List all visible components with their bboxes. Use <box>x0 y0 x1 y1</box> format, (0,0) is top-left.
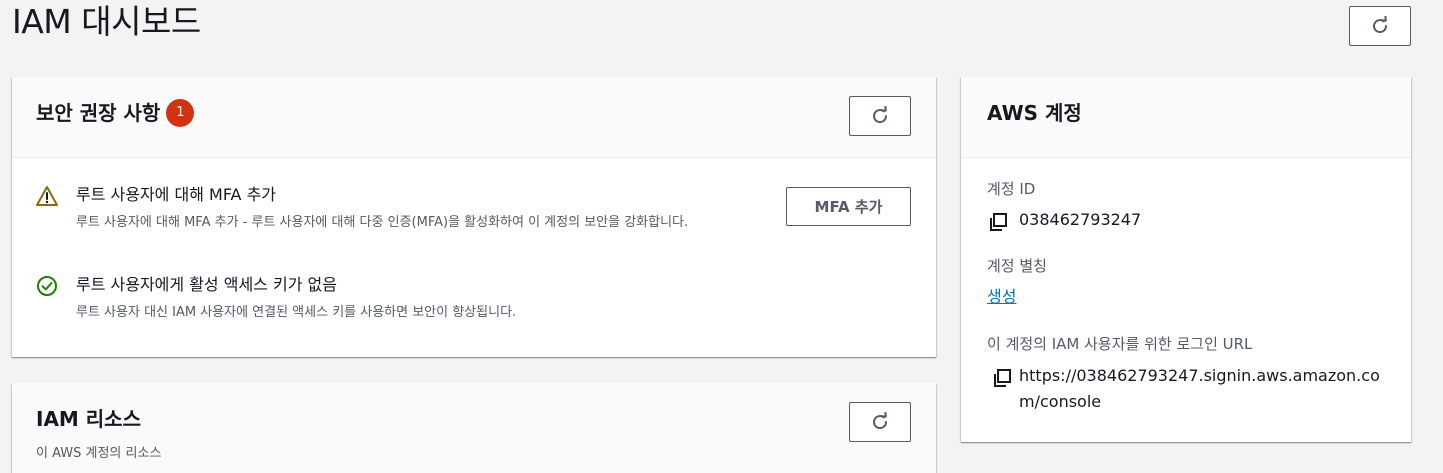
account-id-label: 계정 ID <box>987 180 1036 198</box>
account-panel-title: AWS 계정 <box>987 101 1082 125</box>
refresh-icon <box>1373 16 1388 34</box>
signin-url-line1: https://038462793247.signin.aws.amazon.c… <box>1019 366 1380 385</box>
refresh-icon <box>873 412 888 430</box>
resources-panel-header: IAM 리소스 이 AWS 계정의 리소스 <box>12 383 936 473</box>
page-title: IAM 대시보드 <box>12 2 201 41</box>
security-refresh-button[interactable] <box>849 96 911 136</box>
recommendation-access-keys: 루트 사용자에게 활성 액세스 키가 없음 루트 사용자 대신 IAM 사용자에… <box>36 275 916 325</box>
security-title-text: 보안 권장 사항 <box>36 101 161 125</box>
create-alias-link[interactable]: 생성 <box>987 285 1016 309</box>
recommendation-count-badge: 1 <box>166 98 195 127</box>
copy-icon[interactable] <box>987 211 1009 233</box>
copy-icon[interactable] <box>991 367 1013 389</box>
resources-refresh-button[interactable] <box>849 402 911 442</box>
signin-url-line2: m/console <box>1019 392 1102 411</box>
recommendation-description: 루트 사용자에 대해 MFA 추가 - 루트 사용자에 대해 다중 인증(MFA… <box>76 215 689 230</box>
security-recommendations-panel: 보안 권장 사항 1 루트 사용자에 대해 MFA 추가 루트 사용자에 대해 M… <box>12 77 936 357</box>
resources-subtitle: 이 AWS 계정의 리소스 <box>36 446 162 461</box>
add-mfa-button[interactable]: MFA 추가 <box>786 187 911 226</box>
refresh-icon <box>873 106 888 124</box>
iam-resources-panel: IAM 리소스 이 AWS 계정의 리소스 <box>12 383 936 473</box>
recommendation-title: 루트 사용자에게 활성 액세스 키가 없음 <box>76 275 337 294</box>
check-circle-icon <box>37 276 57 296</box>
recommendation-mfa: 루트 사용자에 대해 MFA 추가 루트 사용자에 대해 MFA 추가 - 루트… <box>36 185 916 235</box>
account-panel-header: AWS 계정 <box>961 77 1411 158</box>
aws-account-panel: AWS 계정 계정 ID 038462793247 계정 별칭 생성 이 계정의… <box>961 77 1411 442</box>
signin-url-label: 이 계정의 IAM 사용자를 위한 로그인 URL <box>987 335 1253 353</box>
account-id-value: 038462793247 <box>1019 210 1142 229</box>
security-panel-title: 보안 권장 사항 1 <box>36 98 195 129</box>
resources-panel-title: IAM 리소스 <box>36 407 141 431</box>
recommendation-description: 루트 사용자 대신 IAM 사용자에 연결된 액세스 키를 사용하면 보안이 향… <box>76 305 517 320</box>
recommendation-title: 루트 사용자에 대해 MFA 추가 <box>76 185 277 204</box>
page-refresh-button[interactable] <box>1349 6 1411 46</box>
account-alias-label: 계정 별칭 <box>987 257 1047 275</box>
security-panel-header: 보안 권장 사항 1 <box>12 77 936 158</box>
warning-icon <box>36 186 58 206</box>
